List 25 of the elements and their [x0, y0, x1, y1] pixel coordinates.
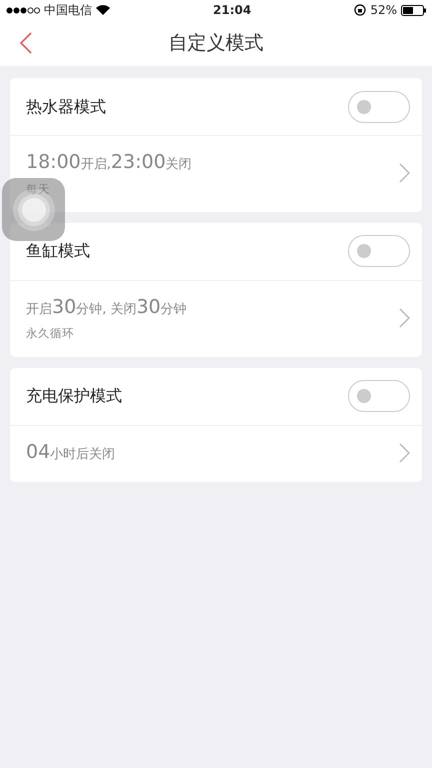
schedule-text: 18:00开启,23:00关闭	[26, 150, 192, 175]
schedule-row[interactable]: 04小时后关闭	[10, 426, 422, 482]
rotation-lock-icon	[354, 4, 366, 16]
chevron-icon	[399, 308, 410, 328]
page-title: 自定义模式	[168, 30, 264, 56]
battery-percent: 52%	[370, 2, 397, 19]
wifi-icon	[96, 5, 110, 15]
time-label: 21:04	[212, 2, 252, 19]
chevron-icon	[399, 162, 410, 183]
mode-name: 鱼缸模式	[26, 240, 90, 262]
signal-icon	[6, 6, 40, 14]
schedule-row[interactable]: 开启30分钟, 关闭30分钟 永久循环	[10, 280, 422, 356]
carrier-label: 中国电信	[44, 2, 92, 19]
repeat-text: 永久循环	[26, 325, 75, 342]
schedule-text: 开启30分钟, 关闭30分钟	[26, 294, 187, 320]
mode-name: 热水器模式	[26, 96, 106, 118]
schedule-text: 04小时后关闭	[26, 440, 116, 466]
toggle-switch[interactable]	[348, 380, 410, 412]
battery-icon	[400, 4, 426, 16]
mode-name: 充电保护模式	[26, 385, 122, 407]
toggle-switch[interactable]	[348, 90, 410, 122]
toggle-switch[interactable]	[348, 235, 410, 268]
back-icon[interactable]	[19, 32, 32, 54]
assistive-touch-button[interactable]	[2, 178, 65, 241]
chevron-icon	[399, 442, 410, 462]
